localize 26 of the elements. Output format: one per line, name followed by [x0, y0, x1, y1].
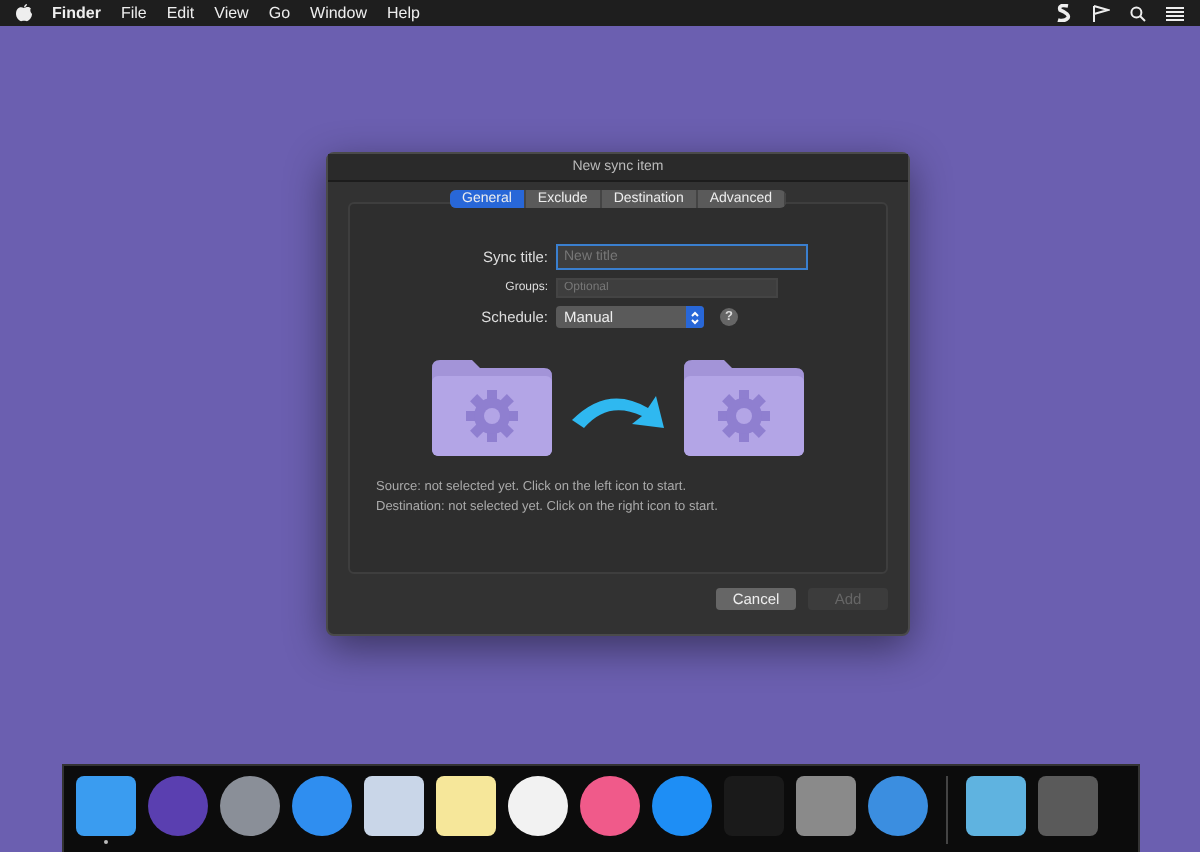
menu-item[interactable]: View — [214, 4, 249, 22]
list-icon[interactable] — [1166, 5, 1184, 21]
apple-logo-icon[interactable] — [16, 4, 32, 22]
app-icon[interactable] — [508, 775, 568, 835]
app-icon[interactable] — [292, 775, 352, 835]
search-icon[interactable] — [1130, 5, 1146, 21]
menu-item[interactable]: Help — [386, 4, 420, 22]
app-icon[interactable] — [652, 775, 712, 835]
app-icon[interactable] — [364, 775, 424, 835]
app-icon[interactable] — [436, 775, 496, 835]
flag-icon[interactable] — [1092, 4, 1110, 22]
app-icon[interactable] — [220, 775, 280, 835]
folder-gear-icon[interactable] — [432, 360, 552, 456]
menu-item[interactable]: Edit — [166, 4, 195, 22]
stepper-icon — [690, 309, 700, 325]
app-icon[interactable] — [966, 775, 1026, 835]
menu-item[interactable]: Window — [310, 4, 367, 22]
app-icon[interactable] — [580, 775, 640, 835]
app-icon[interactable] — [796, 775, 856, 835]
app-icon[interactable] — [868, 775, 928, 835]
app-icon[interactable] — [76, 775, 136, 835]
menu-item[interactable]: Go — [268, 4, 291, 22]
menu-item[interactable]: File — [120, 4, 147, 22]
menu-item[interactable]: Finder — [52, 4, 101, 22]
folder-gear-icon[interactable] — [684, 360, 804, 456]
status-s-icon[interactable] — [1056, 4, 1072, 22]
